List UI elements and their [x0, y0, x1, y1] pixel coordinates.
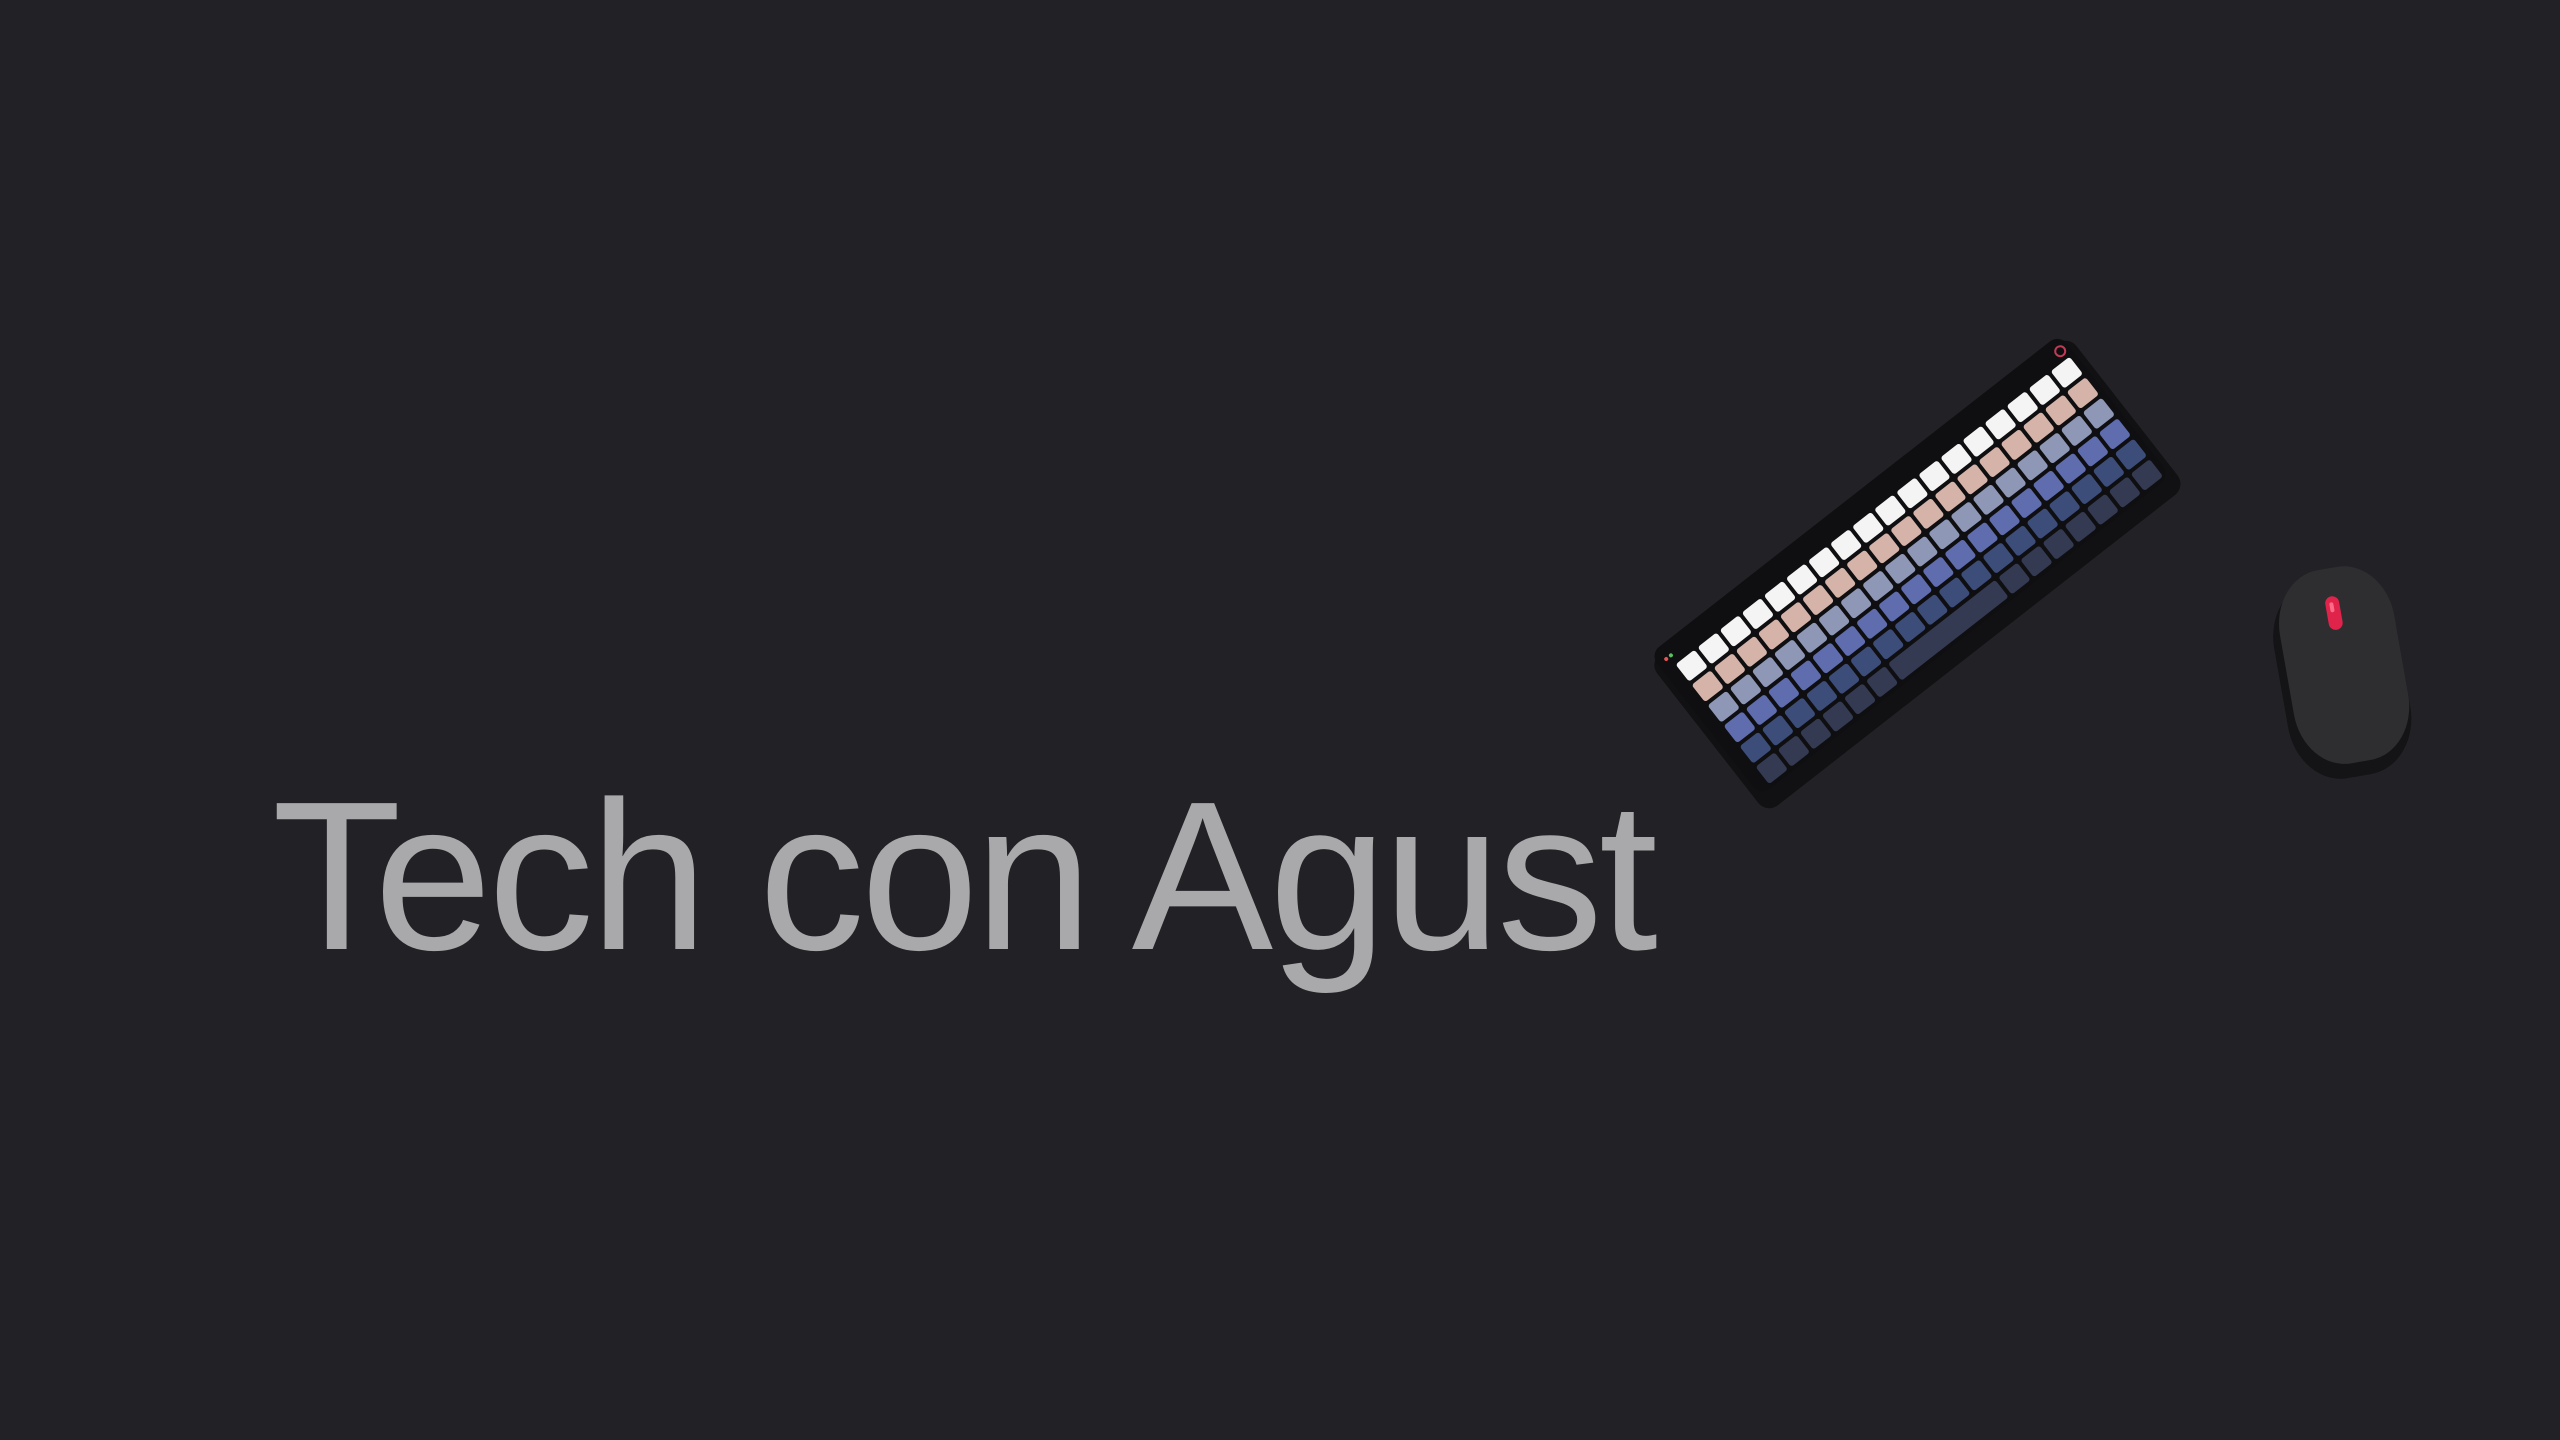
channel-title: Tech con Agust [272, 757, 1658, 994]
mouse-illustration [2245, 545, 2445, 795]
keyboard-illustration [1610, 285, 2210, 845]
splash-scene: Tech con Agust [0, 0, 2560, 1440]
keyboard-icon [1654, 338, 2181, 809]
mouse-icon [2273, 566, 2412, 779]
